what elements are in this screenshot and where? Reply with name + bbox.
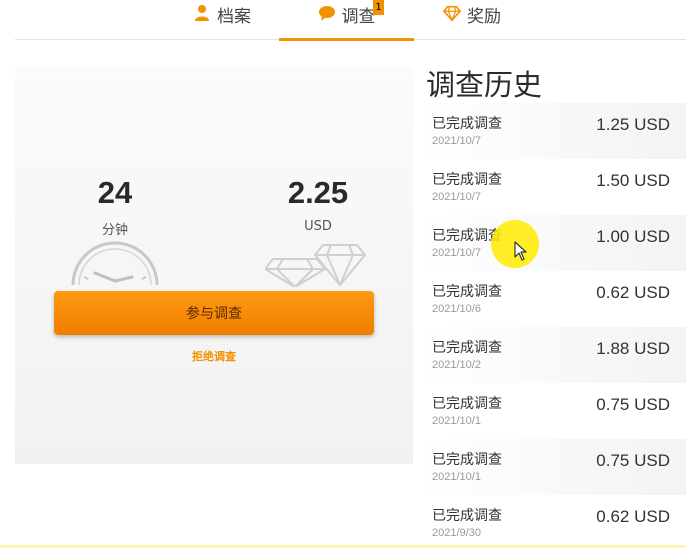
history-row-status: 已完成调查 bbox=[432, 172, 502, 188]
history-row-amount: 1.00 USD bbox=[596, 227, 670, 246]
clock-icon bbox=[71, 241, 159, 285]
history-row-amount: 0.62 USD bbox=[596, 507, 670, 526]
history-row-date: 2021/10/6 bbox=[432, 303, 481, 315]
history-row[interactable]: 已完成调查 2021/10/7 1.25 USD bbox=[418, 103, 686, 159]
speech-bubble-icon bbox=[318, 6, 335, 21]
top-tab-bar: 档案 调查 1 奖励 bbox=[15, 0, 686, 41]
diamond-icon bbox=[443, 5, 461, 22]
history-list: 已完成调查 2021/10/7 1.25 USD 已完成调查 2021/10/7 1.50… bbox=[418, 103, 686, 548]
tab-survey-label: 调查 bbox=[341, 7, 376, 27]
tab-profile[interactable]: 档案 bbox=[193, 0, 251, 40]
history-row-status: 已完成调查 bbox=[432, 452, 502, 468]
history-row[interactable]: 已完成调查 2021/10/7 1.50 USD bbox=[418, 159, 686, 215]
reward-stat: 2.25 USD bbox=[258, 175, 378, 234]
survey-card: 24 分钟 2.25 USD 参与调查 拒绝调查 bbox=[15, 67, 413, 464]
history-row[interactable]: 已完成调查 2021/10/6 0.62 USD bbox=[418, 271, 686, 327]
history-row-status: 已完成调查 bbox=[432, 508, 502, 524]
history-row-amount: 0.75 USD bbox=[596, 395, 670, 414]
history-row-amount: 0.75 USD bbox=[596, 451, 670, 470]
history-row-status: 已完成调查 bbox=[432, 284, 502, 300]
history-row-date: 2021/10/1 bbox=[432, 471, 481, 483]
history-row-date: 2021/9/30 bbox=[432, 527, 481, 539]
take-survey-button[interactable]: 参与调查 bbox=[54, 291, 374, 335]
history-row-amount: 1.25 USD bbox=[596, 115, 670, 134]
duration-value: 24 bbox=[97, 175, 133, 210]
history-row-status: 已完成调查 bbox=[432, 340, 502, 356]
history-row-amount: 1.88 USD bbox=[596, 339, 670, 358]
decline-survey-link[interactable]: 拒绝调查 bbox=[15, 348, 413, 364]
mouse-cursor-icon bbox=[514, 241, 527, 261]
person-icon bbox=[195, 5, 209, 21]
history-title: 调查历史 bbox=[426, 68, 543, 102]
history-row-status: 已完成调查 bbox=[432, 396, 502, 412]
history-row-amount: 1.50 USD bbox=[596, 171, 670, 190]
history-row-date: 2021/10/1 bbox=[432, 415, 481, 427]
history-row[interactable]: 已完成调查 2021/10/2 1.88 USD bbox=[418, 327, 686, 383]
notification-badge: 1 bbox=[373, 0, 384, 15]
history-row[interactable]: 已完成调查 2021/9/30 0.62 USD bbox=[418, 495, 686, 548]
history-row-date: 2021/10/7 bbox=[432, 135, 481, 147]
history-row-date: 2021/10/7 bbox=[432, 191, 481, 203]
reward-unit: USD bbox=[304, 219, 332, 234]
duration-unit: 分钟 bbox=[101, 223, 128, 238]
tab-rewards-label: 奖励 bbox=[467, 7, 501, 27]
diamonds-icon bbox=[265, 244, 366, 287]
reward-value: 2.25 bbox=[287, 175, 349, 210]
history-row[interactable]: 已完成调查 2021/10/7 1.00 USD bbox=[418, 215, 686, 271]
tab-rewards[interactable]: 奖励 bbox=[443, 0, 501, 40]
history-row-amount: 0.62 USD bbox=[596, 283, 670, 302]
history-row[interactable]: 已完成调查 2021/10/1 0.75 USD bbox=[418, 383, 686, 439]
duration-stat: 24 分钟 bbox=[55, 175, 175, 238]
history-row-status: 已完成调查 bbox=[432, 116, 502, 132]
history-row-date: 2021/10/2 bbox=[432, 359, 481, 371]
tab-survey[interactable]: 调查 1 bbox=[279, 0, 414, 41]
tab-profile-label: 档案 bbox=[217, 7, 251, 27]
history-row-date: 2021/10/7 bbox=[432, 247, 481, 259]
history-row[interactable]: 已完成调查 2021/10/1 0.75 USD bbox=[418, 439, 686, 495]
